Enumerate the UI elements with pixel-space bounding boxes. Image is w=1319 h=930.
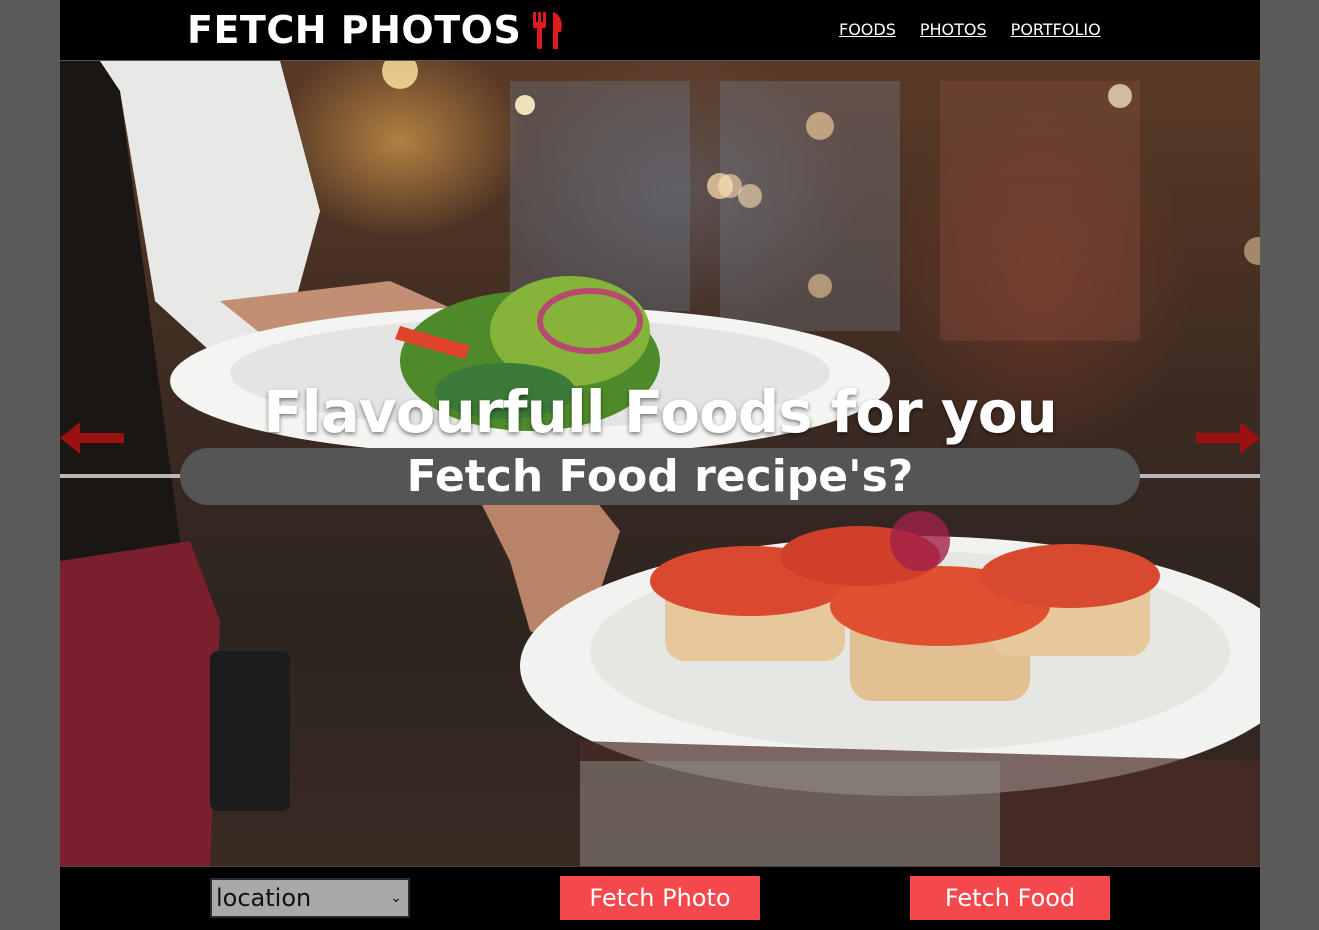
recipe-search-input[interactable]: Fetch Food recipe's? [180, 448, 1140, 505]
nav-item-portfolio[interactable]: PORTFOLIO [1011, 20, 1101, 39]
controls-bar: location ⌄ Fetch Photo Fetch Food [60, 866, 1260, 930]
main-nav: FOODS PHOTOS PORTFOLIO [839, 20, 1101, 39]
chevron-down-icon: ⌄ [390, 890, 402, 906]
fetch-food-button[interactable]: Fetch Food [910, 876, 1110, 920]
logo-text: FETCH PHOTOS [187, 8, 522, 52]
fetch-photo-button[interactable]: Fetch Photo [560, 876, 760, 920]
hero-title: Flavourfull Foods for you [263, 378, 1058, 446]
utensils-icon [531, 10, 565, 50]
page: FETCH PHOTOS FOODS PHOTOS PORTFOLIO Flav… [60, 0, 1260, 930]
hero-carousel: Flavourfull Foods for you Fetch Food rec… [60, 61, 1260, 866]
logo[interactable]: FETCH PHOTOS [187, 8, 565, 52]
location-select[interactable]: location ⌄ [210, 878, 410, 918]
location-select-value: location [216, 884, 312, 912]
header: FETCH PHOTOS FOODS PHOTOS PORTFOLIO [60, 0, 1260, 61]
nav-item-foods[interactable]: FOODS [839, 20, 896, 39]
nav-item-photos[interactable]: PHOTOS [920, 20, 987, 39]
